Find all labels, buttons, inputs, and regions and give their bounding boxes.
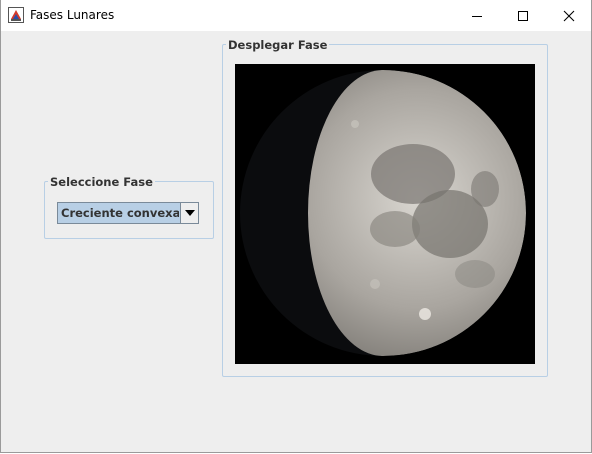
phase-combobox-value: Creciente convexa xyxy=(58,203,179,223)
app-window: Fases Lunares Seleccione Fase Creciente … xyxy=(0,0,592,453)
select-phase-legend: Seleccione Fase xyxy=(48,175,155,189)
close-button[interactable] xyxy=(546,0,592,31)
combobox-arrow-button[interactable] xyxy=(180,203,198,223)
display-phase-legend: Desplegar Fase xyxy=(226,38,330,52)
maximize-button[interactable] xyxy=(500,0,546,31)
title-bar[interactable]: Fases Lunares xyxy=(1,0,591,31)
content-pane: Seleccione Fase Creciente convexa Desple… xyxy=(1,31,591,452)
minimize-button[interactable] xyxy=(454,0,500,31)
java-app-icon xyxy=(8,7,24,23)
close-icon xyxy=(563,10,575,21)
minimize-icon xyxy=(472,15,482,17)
moon-phase-image xyxy=(235,64,535,364)
window-title: Fases Lunares xyxy=(30,8,115,22)
chevron-down-icon xyxy=(184,210,195,216)
maximize-icon xyxy=(518,10,528,21)
phase-combobox[interactable]: Creciente convexa xyxy=(57,202,199,224)
